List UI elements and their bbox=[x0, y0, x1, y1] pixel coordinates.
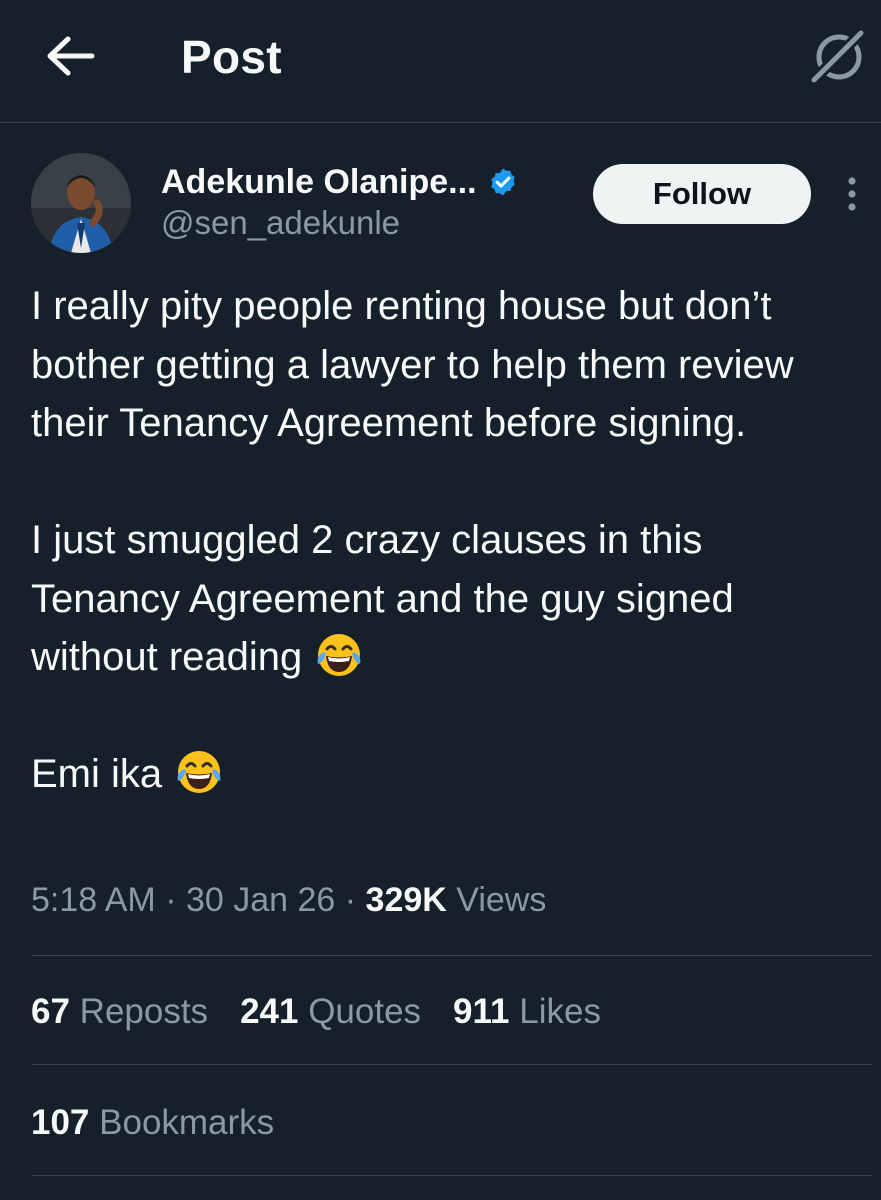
post-time[interactable]: 5:18 AM bbox=[31, 881, 156, 919]
reposts-count: 67 bbox=[31, 992, 70, 1031]
bookmarks-row: 107 Bookmarks bbox=[31, 1099, 306, 1147]
likes-stat[interactable]: 911 Likes bbox=[453, 988, 601, 1036]
reposts-label: Reposts bbox=[69, 992, 209, 1031]
back-button[interactable] bbox=[44, 34, 96, 78]
quotes-stat[interactable]: 241 Quotes bbox=[240, 988, 421, 1036]
quotes-count: 241 bbox=[240, 992, 299, 1031]
post-paragraph: I really pity people renting house but d… bbox=[31, 284, 794, 445]
post-paragraph: I just smuggled 2 crazy clauses in this … bbox=[31, 511, 861, 687]
divider bbox=[0, 122, 881, 123]
arrow-left-icon bbox=[47, 36, 95, 76]
reposts-stat[interactable]: 67 Reposts bbox=[31, 988, 208, 1036]
views-label: Views bbox=[446, 881, 547, 919]
post-paragraph: Emi ika bbox=[31, 745, 861, 804]
post-date[interactable]: 30 Jan 26 bbox=[186, 881, 335, 919]
post-paragraph-text: Emi ika bbox=[31, 752, 163, 796]
views-count: 329K bbox=[365, 881, 447, 919]
post-text: I really pity people renting house but d… bbox=[31, 277, 861, 804]
top-bar: Post bbox=[0, 0, 881, 122]
post-meta: 5:18 AM · 30 Jan 26 · 329K Views bbox=[31, 876, 546, 924]
avatar[interactable] bbox=[31, 153, 131, 253]
bookmarks-label: Bookmarks bbox=[89, 1103, 275, 1142]
grok-button[interactable] bbox=[807, 27, 867, 87]
engagement-stats: 67 Reposts 241 Quotes 911 Likes bbox=[31, 988, 633, 1036]
bookmarks-count: 107 bbox=[31, 1103, 90, 1142]
tears-of-joy-emoji-icon bbox=[317, 634, 361, 676]
verified-badge-icon bbox=[490, 168, 515, 196]
follow-button[interactable]: Follow bbox=[593, 164, 811, 224]
bookmarks-stat[interactable]: 107 Bookmarks bbox=[31, 1099, 274, 1147]
meta-separator: · bbox=[335, 881, 366, 919]
likes-label: Likes bbox=[509, 992, 601, 1031]
author-name-row[interactable]: Adekunle Olanipe... bbox=[161, 161, 518, 203]
author-handle[interactable]: @sen_adekunle bbox=[161, 204, 400, 242]
divider bbox=[32, 1175, 872, 1176]
page-title: Post bbox=[181, 31, 282, 83]
quotes-label: Quotes bbox=[298, 992, 422, 1031]
profile-photo bbox=[31, 153, 131, 253]
likes-count: 911 bbox=[453, 992, 510, 1031]
author-display-name[interactable]: Adekunle Olanipe... bbox=[161, 163, 477, 202]
tears-of-joy-emoji-icon bbox=[177, 751, 221, 793]
divider bbox=[32, 1064, 872, 1065]
more-options-button[interactable] bbox=[838, 174, 866, 216]
post-paragraph-text: I just smuggled 2 crazy clauses in this … bbox=[31, 518, 734, 679]
grok-icon bbox=[807, 27, 867, 87]
divider bbox=[32, 955, 872, 956]
more-vertical-icon bbox=[848, 177, 856, 211]
meta-separator: · bbox=[155, 881, 186, 919]
